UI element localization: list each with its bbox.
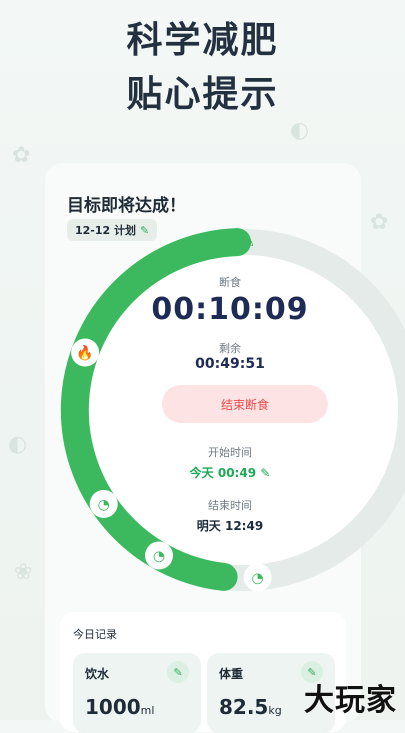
watermark-logo: 大玩家 [304,683,397,718]
fast-label: 断食 [219,276,241,289]
remaining-label: 剩余 [219,342,241,355]
pencil-icon[interactable]: ✎ [167,661,189,683]
start-time-value[interactable]: 今天 00:49 ✎ [120,464,340,481]
weight-label: 体重 [219,667,244,681]
water-value: 1000ml [85,695,155,719]
water-label: 饮水 [85,667,110,681]
start-time-label: 开始时间 [208,446,252,459]
broom-icon: ✎ [243,235,255,251]
water-unit: ml [140,704,155,717]
weight-value: 82.5kg [219,695,282,719]
end-time-value: 明天 12:49 [196,519,264,533]
stage-icon-1: ◔ [98,497,110,513]
water-record[interactable]: 饮水 ✎ 1000ml [73,653,201,733]
records-title: 今日记录 [73,628,117,641]
pencil-icon: ✎ [260,466,271,480]
end-time-label: 结束时间 [208,499,252,512]
elapsed-time: 00:10:09 [151,292,309,327]
remaining-time: 00:49:51 [195,356,265,372]
stage-icon-3: ◔ [252,570,264,586]
end-fast-button[interactable]: 结束断食 [162,385,328,423]
start-time-text: 今天 00:49 [189,466,257,480]
weight-unit: kg [268,704,282,717]
fire-icon: 🔥 [76,345,93,362]
stage-icon-2: ◔ [153,548,165,564]
